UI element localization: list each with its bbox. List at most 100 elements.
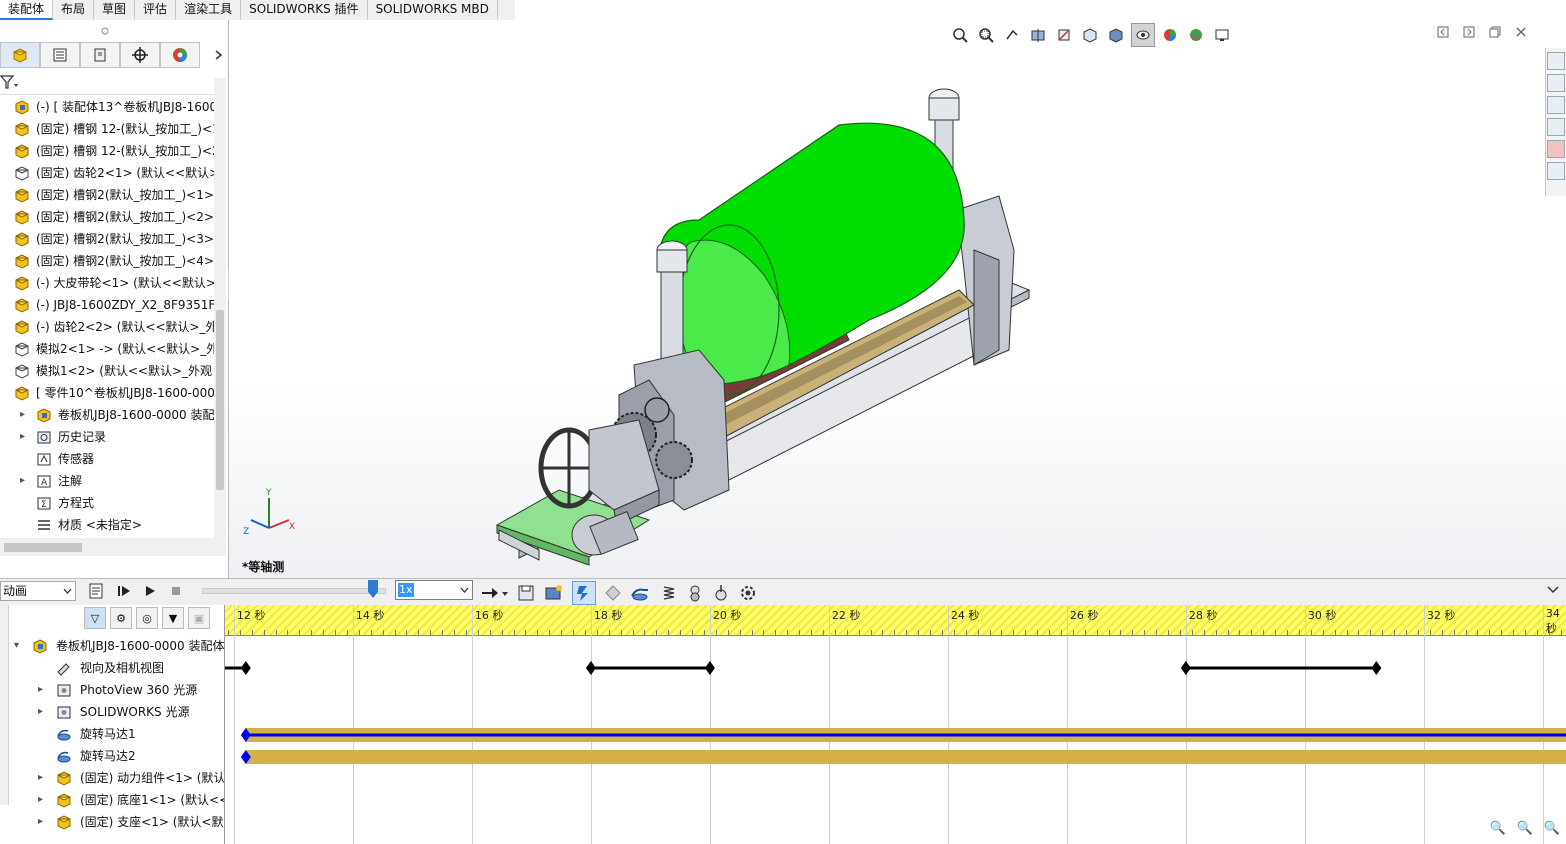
tab-6[interactable]: SOLIDWORKS MBD	[368, 0, 498, 20]
expand-arrow-icon[interactable]: ▸	[38, 767, 48, 789]
expand-arrow-icon[interactable]: ▸	[20, 470, 30, 492]
tree-item[interactable]: 模拟1<2> (默认<<默认>_外观 显	[0, 360, 214, 382]
filter-icon[interactable]	[0, 74, 18, 90]
tree-item[interactable]: (-) [ 装配体13^卷板机JBJ8-1600	[0, 96, 214, 118]
save-animation-icon[interactable]	[516, 583, 536, 603]
dimxpert-manager-tab[interactable]	[120, 42, 160, 68]
file-explorer-icon[interactable]	[1547, 96, 1565, 114]
tree-item[interactable]: (固定) 槽钢2(默认_按加工_)<2> (	[0, 206, 214, 228]
restore-right-icon[interactable]	[1463, 26, 1475, 38]
zoom-to-fit-icon[interactable]	[949, 24, 971, 46]
filter-driving-icon[interactable]: ⚙	[110, 607, 132, 629]
display-manager-tab[interactable]	[160, 42, 200, 68]
autokey-icon[interactable]	[572, 581, 596, 605]
dynamic-annotation-icon[interactable]	[1053, 24, 1075, 46]
key-point-icon[interactable]	[1371, 661, 1382, 675]
filter-results-icon[interactable]: ▼	[162, 607, 184, 629]
design-library-icon[interactable]	[1547, 74, 1565, 92]
tree-item[interactable]: 材质 <未指定>	[0, 514, 214, 536]
motion-tree-item[interactable]: ▸ (固定) 底座1<1> (默认<<默	[0, 789, 224, 811]
filter-animated-icon[interactable]: ▽	[84, 607, 106, 629]
tree-item[interactable]: (固定) 槽钢 12-(默认_按加工_)<2	[0, 140, 214, 162]
study-type-select[interactable]: 动画	[0, 581, 76, 601]
zoom-fit-timeline-icon[interactable]: 🔍	[1487, 817, 1509, 839]
motion-tree-item[interactable]: ▸ (固定) 支座<1> (默认<默	[0, 811, 224, 833]
tree-item[interactable]: (固定) 槽钢 12-(默认_按加工_)<1	[0, 118, 214, 140]
motion-tree-item[interactable]: 旋转马达1	[0, 723, 224, 745]
motion-tree-item[interactable]: ▸ (固定) 动力组件<1> (默认	[0, 767, 224, 789]
apply-scene-icon[interactable]	[1185, 24, 1207, 46]
play-icon[interactable]	[142, 583, 158, 599]
tab-4[interactable]: 渲染工具	[176, 0, 242, 20]
zoom-out-timeline-icon[interactable]: 🔍	[1541, 817, 1563, 839]
appearances-icon[interactable]	[1547, 140, 1565, 158]
tree-item[interactable]: ▸ 历史记录	[0, 426, 214, 448]
contact-icon[interactable]	[686, 584, 704, 602]
view-settings-icon[interactable]	[1211, 24, 1233, 46]
tab-2[interactable]: 草图	[94, 0, 136, 20]
tree-item[interactable]: Σ 方程式	[0, 492, 214, 514]
timeline-ruler[interactable]: 12 秒 14 秒 16 秒 18 秒 20 秒 22 秒 24 秒 26 秒 28 秒 30 秒…	[225, 605, 1566, 636]
motion-tree-item[interactable]: ▸ SOLIDWORKS 光源	[0, 701, 224, 723]
filter-selected-icon[interactable]: ◎	[136, 607, 158, 629]
close-window-icon[interactable]	[1515, 26, 1527, 38]
expand-arrow-icon[interactable]: ▾	[14, 635, 24, 657]
expand-arrow-icon[interactable]: ▸	[38, 811, 48, 833]
spring-icon[interactable]	[660, 584, 678, 602]
motor-icon[interactable]	[630, 584, 652, 602]
tree-horizontal-scroll-thumb[interactable]	[4, 543, 82, 552]
edit-appearance-icon[interactable]	[1159, 24, 1181, 46]
tree-item[interactable]: ▸ 卷板机JBJ8-1600-0000 装配	[0, 404, 214, 426]
expand-arrow-icon[interactable]: ▸	[38, 789, 48, 811]
view-palette-icon[interactable]	[1547, 118, 1565, 136]
playback-slider-track[interactable]	[202, 588, 386, 594]
motion-tree-item[interactable]: ▾ 卷板机JBJ8-1600-0000 装配体	[0, 635, 224, 657]
key-point-icon[interactable]	[240, 661, 251, 675]
restore-left-icon[interactable]	[1437, 26, 1449, 38]
tree-item[interactable]: (固定) 槽钢2(默认_按加工_)<1> (	[0, 184, 214, 206]
panel-expand-icon[interactable]	[212, 48, 224, 62]
tree-item[interactable]: (-) JBJ8-1600ZDY_X2_8F9351FA	[0, 294, 214, 316]
calculate-icon[interactable]	[88, 582, 106, 600]
collapse-motion-manager-icon[interactable]	[1546, 584, 1560, 596]
motor-2-bar[interactable]	[245, 750, 1566, 764]
tab-0[interactable]: 装配体	[0, 0, 54, 20]
motion-tree-item[interactable]: 视向及相机视图	[0, 657, 224, 679]
zoom-to-area-icon[interactable]	[975, 24, 997, 46]
tab-1[interactable]: 布局	[53, 0, 95, 20]
stop-icon[interactable]	[168, 583, 184, 599]
tree-vertical-scroll-thumb[interactable]	[216, 310, 224, 490]
tree-item[interactable]: (固定) 槽钢2(默认_按加工_)<3> (	[0, 228, 214, 250]
playback-mode-icon[interactable]	[480, 584, 508, 602]
tab-5[interactable]: SOLIDWORKS 插件	[241, 0, 368, 20]
tree-item[interactable]: [ 零件10^卷板机JBJ8-1600-0000	[0, 382, 214, 404]
motion-timeline[interactable]: 12 秒 14 秒 16 秒 18 秒 20 秒 22 秒 24 秒 26 秒 28 秒 30 秒…	[225, 605, 1566, 844]
custom-properties-icon[interactable]	[1547, 162, 1565, 180]
tab-3[interactable]: 评估	[135, 0, 177, 20]
grip-icon[interactable]	[100, 26, 110, 36]
gravity-icon[interactable]	[712, 584, 730, 602]
key-point-icon[interactable]	[704, 661, 715, 675]
tree-item[interactable]: (-) 齿轮2<2> (默认<<默认>_外观	[0, 316, 214, 338]
feature-manager-tab[interactable]	[0, 42, 40, 68]
section-view-icon[interactable]	[1027, 24, 1049, 46]
playback-speed-select[interactable]: 1x	[395, 580, 473, 600]
filter-disabled-icon[interactable]: ▣	[188, 607, 210, 629]
view-orientation-icon[interactable]	[1079, 24, 1101, 46]
expand-arrow-icon[interactable]: ▸	[38, 679, 48, 701]
tree-item[interactable]: ▸ A 注解	[0, 470, 214, 492]
home-icon[interactable]	[1547, 52, 1565, 70]
assembly-model[interactable]: Y X Z	[229, 20, 1566, 578]
display-style-icon[interactable]	[1105, 24, 1127, 46]
motion-tree-item[interactable]: 旋转马达2	[0, 745, 224, 767]
expand-arrow-icon[interactable]: ▸	[38, 701, 48, 723]
motion-tree-item[interactable]: ▸ PhotoView 360 光源	[0, 679, 224, 701]
configuration-manager-tab[interactable]	[80, 42, 120, 68]
play-from-start-icon[interactable]	[116, 583, 132, 599]
hide-show-items-icon[interactable]	[1131, 23, 1155, 47]
key-point-icon[interactable]	[585, 661, 596, 675]
tree-item[interactable]: 模拟2<1> -> (默认<<默认>_外观	[0, 338, 214, 360]
previous-view-icon[interactable]	[1001, 24, 1023, 46]
tree-item[interactable]: 传感器	[0, 448, 214, 470]
add-key-icon[interactable]	[604, 584, 622, 602]
